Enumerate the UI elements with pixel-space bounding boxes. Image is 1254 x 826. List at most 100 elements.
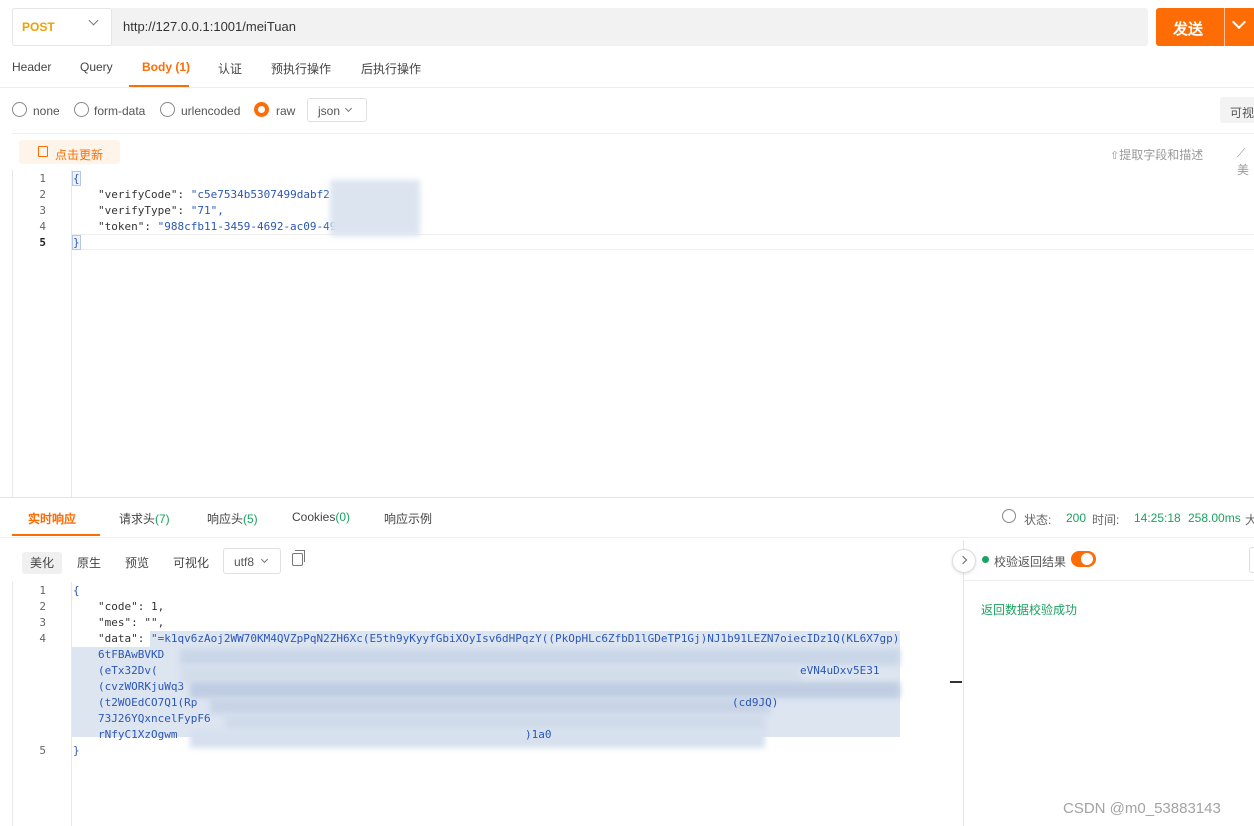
code-line[interactable]: "data": "=k1qv6zAoj2WW70KM4QVZpPqN2ZH6Xc… — [98, 632, 899, 645]
radio-raw-label: raw — [276, 104, 296, 118]
tab-cookies[interactable]: Cookies(0) — [292, 510, 350, 524]
method-label: POST — [22, 20, 55, 34]
json-value: "c5e7534b5307499dabf2 — [190, 188, 330, 201]
code-fragment: eVN4uDxv5E31 — [800, 664, 880, 677]
panel-action-button[interactable] — [1249, 547, 1254, 573]
status-code: 200 — [1066, 511, 1087, 525]
code-brace-open: { — [72, 171, 81, 186]
line-number: 5 — [39, 236, 46, 249]
code-line[interactable]: (cvzWORKjuWq3 — [98, 680, 184, 693]
tab-pre-script[interactable]: 预执行操作 — [271, 60, 331, 77]
send-button-label: 发送 — [1173, 21, 1204, 38]
validation-label: 校验返回结果 — [994, 555, 1067, 569]
magic-wand-icon: ⟋ — [1237, 146, 1246, 160]
duration-value: 258.00ms — [1188, 511, 1241, 525]
code-brace-close: } — [72, 235, 81, 250]
panel-divider[interactable] — [963, 540, 964, 826]
json-value: "=k1qv6zAoj2WW70KM4QVZpPqN2ZH6Xc(E5th9yK… — [150, 632, 900, 645]
code-fragment: )1a0 — [525, 728, 552, 741]
redacted-mosaic — [330, 180, 420, 236]
tab-response-headers[interactable]: 响应头(5) — [207, 510, 258, 527]
json-value: "988cfb11-3459-4692-ac09-49 — [157, 220, 337, 233]
view-button-label: 可视 — [1230, 106, 1254, 120]
code-brace-open: { — [73, 584, 80, 597]
radio-form-data-label: form-data — [94, 104, 146, 118]
code-line[interactable]: 6tFBAwBVKD — [98, 648, 164, 661]
tab-count: (0) — [335, 510, 351, 524]
tab-count: (5) — [243, 512, 258, 526]
tab-active-indicator — [12, 534, 100, 536]
time-label: 时间: — [1092, 513, 1120, 527]
code-line[interactable]: "token": "988cfb11-3459-4692-ac09-49 — [98, 220, 336, 233]
copy-icon[interactable] — [292, 550, 305, 566]
extract-fields-label: 提取字段和描述 — [1119, 148, 1204, 162]
code-line[interactable]: "verifyCode": "c5e7534b5307499dabf2 — [98, 188, 330, 201]
tab-body[interactable]: Body (1) — [142, 60, 190, 74]
json-value: "71", — [190, 204, 224, 217]
radio-none-label: none — [33, 104, 60, 118]
radio-form-data[interactable] — [74, 102, 89, 117]
redacted-mosaic — [190, 682, 900, 698]
current-line-highlight — [72, 234, 1254, 250]
tab-request-headers[interactable]: 请求头(7) — [119, 510, 170, 527]
code-line[interactable]: rNfyC1XzOgwm — [98, 728, 177, 741]
tab-auth[interactable]: 认证 — [218, 60, 242, 77]
status-label: 状态: — [1024, 513, 1052, 527]
line-number: 3 — [39, 616, 46, 629]
redacted-mosaic — [210, 698, 770, 714]
pretty-button[interactable]: 美化 — [22, 552, 63, 574]
time-value: 14:25:18 — [1134, 511, 1181, 525]
tab-label: 请求头 — [119, 512, 156, 526]
code-fragment: (cd9JQ) — [732, 696, 779, 709]
preview-button[interactable]: 预览 — [117, 552, 157, 574]
raw-button[interactable]: 原生 — [69, 552, 109, 574]
editor-left-border — [12, 582, 13, 826]
code-line[interactable]: "code": 1, — [98, 600, 164, 613]
validation-result: 返回数据校验成功 — [981, 603, 1078, 617]
tab-label: 响应头 — [207, 512, 244, 526]
code-line[interactable]: (eTx32Dv( — [98, 664, 158, 677]
line-number: 4 — [39, 632, 46, 645]
radio-none[interactable] — [12, 102, 27, 117]
tab-header[interactable]: Header — [12, 60, 51, 74]
redacted-mosaic — [180, 649, 900, 665]
divider — [0, 497, 1254, 498]
radio-raw[interactable] — [254, 102, 269, 117]
code-line[interactable]: "verifyType": "71", — [98, 204, 224, 217]
json-key: "data": — [98, 632, 151, 645]
divider — [0, 87, 1254, 88]
scroll-indicator[interactable] — [950, 681, 962, 683]
url-input[interactable]: http://127.0.0.1:1001/meiTuan — [123, 19, 296, 34]
code-line[interactable]: 73J26YQxncelFypF6 — [98, 712, 211, 725]
line-number: 2 — [39, 600, 46, 613]
line-number: 1 — [39, 584, 46, 597]
beautify-label: 美 — [1237, 163, 1250, 177]
line-number: 4 — [39, 220, 46, 233]
json-key: "verifyType" — [98, 204, 178, 217]
editor-left-border — [12, 170, 13, 497]
line-number: 1 — [39, 172, 46, 185]
divider — [12, 133, 1254, 134]
tab-response-example[interactable]: 响应示例 — [384, 510, 432, 527]
tab-query[interactable]: Query — [80, 60, 113, 74]
size-label: 大 — [1245, 513, 1254, 527]
line-number: 3 — [39, 204, 46, 217]
beautify-button[interactable]: ⟋美 — [1237, 146, 1254, 178]
code-line[interactable]: (t2WOEdCO7Q1(Rp — [98, 696, 197, 709]
tab-count: (7) — [155, 512, 170, 526]
code-line[interactable]: "mes": "", — [98, 616, 164, 629]
visualize-button[interactable]: 可视化 — [165, 552, 217, 574]
tab-label: Cookies — [292, 510, 336, 524]
toggle-knob — [1081, 553, 1093, 565]
json-key: "verifyCode" — [98, 188, 178, 201]
upload-icon: ⇧ — [1110, 150, 1120, 162]
radio-urlencoded[interactable] — [160, 102, 175, 117]
body-format-value: json — [318, 104, 341, 118]
update-button-label: 点击更新 — [55, 148, 104, 162]
divider — [0, 537, 1254, 538]
tab-post-script[interactable]: 后执行操作 — [361, 60, 421, 77]
encoding-value: utf8 — [234, 555, 255, 569]
tab-realtime-response[interactable]: 实时响应 — [28, 510, 76, 527]
extract-fields-button[interactable]: ⇧提取字段和描述 — [1110, 146, 1203, 163]
status-dot — [982, 556, 989, 563]
